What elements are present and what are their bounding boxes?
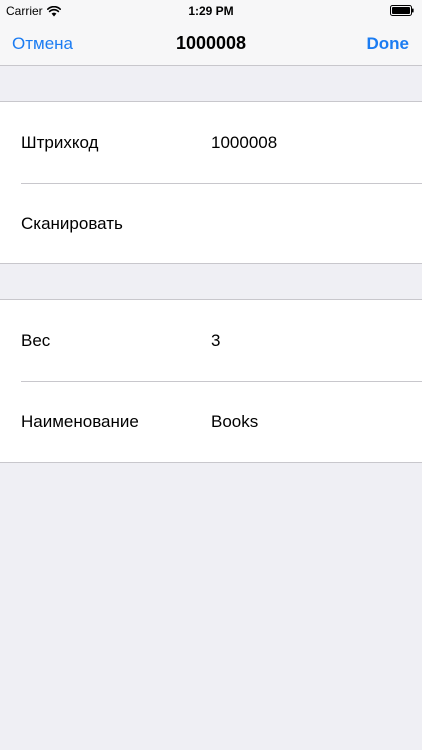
scan-button[interactable]: Сканировать [21,213,123,235]
weight-value-field[interactable]: 3 [211,330,220,352]
name-label: Наименование [21,412,139,431]
barcode-row[interactable]: Штрихкод 1000008 [0,102,422,183]
weight-label: Вес [21,331,51,350]
barcode-section: Штрихкод 1000008 Сканировать [0,101,422,264]
battery-icon [390,5,414,16]
weight-row[interactable]: Вес 3 [0,300,422,381]
top-bar: Carrier 1:29 PM Отмена 1000008 Done [0,0,422,66]
done-button[interactable]: Done [367,34,410,54]
navigation-bar: Отмена 1000008 Done [0,22,422,66]
page-title: 1000008 [175,33,247,53]
status-bar: Carrier 1:29 PM [0,0,422,22]
barcode-value-field[interactable]: 1000008 [211,132,277,154]
details-section: Вес 3 Наименование Books [0,299,422,463]
status-time: 1:29 PM [188,4,234,18]
name-value-field[interactable]: Books [211,411,258,433]
scan-row[interactable]: Сканировать [0,183,422,264]
barcode-label: Штрихкод [21,133,99,152]
name-row[interactable]: Наименование Books [0,381,422,462]
